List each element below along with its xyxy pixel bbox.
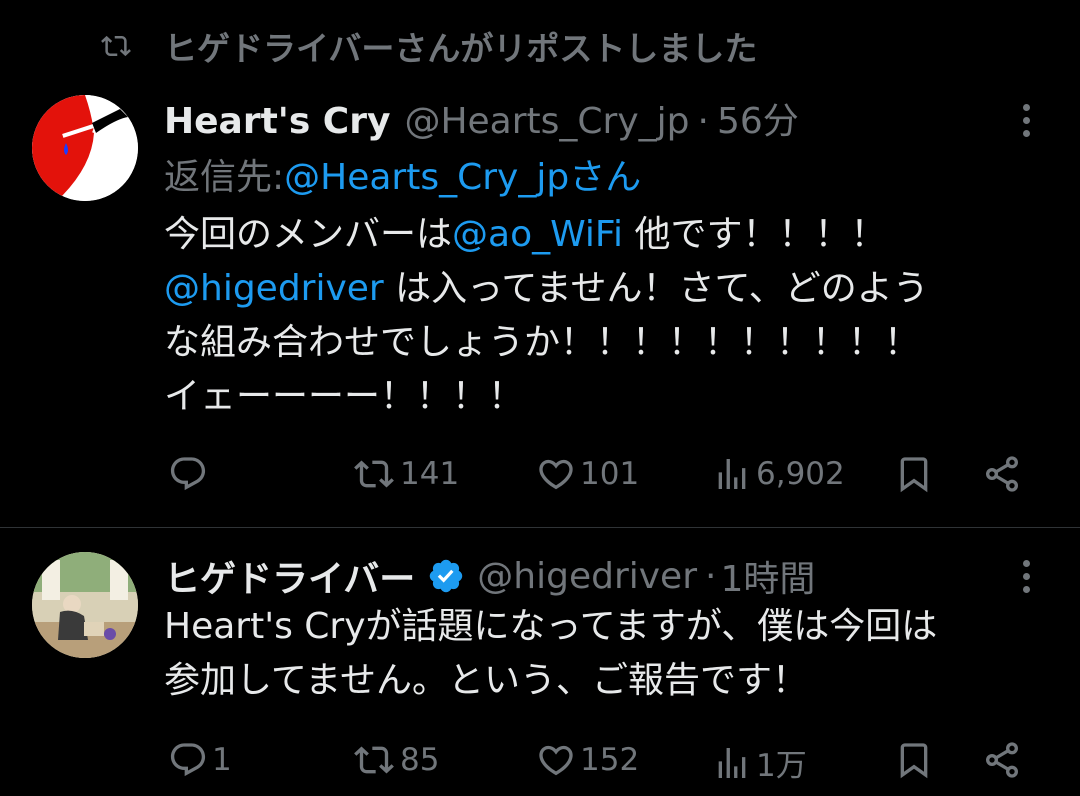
repost-banner-text: ヒゲドライバーさんがリポストしました bbox=[164, 29, 758, 68]
avatar-hearts-cry[interactable] bbox=[32, 95, 138, 201]
text-segment: Heart's Cryが話題になってますが、僕は今回は bbox=[164, 606, 938, 647]
more-options-icon[interactable] bbox=[1020, 104, 1032, 137]
heart-icon bbox=[539, 459, 573, 490]
separator: · bbox=[697, 101, 709, 142]
like-count: 101 bbox=[580, 456, 640, 492]
views-count: 6,902 bbox=[756, 456, 845, 492]
tweet-line: 今回のメンバーは@ao_WiFi 他です！！！！ bbox=[164, 208, 929, 262]
text-segment: イェーーーー！！！！ bbox=[164, 376, 525, 417]
views-icon bbox=[718, 747, 746, 778]
share-button[interactable] bbox=[982, 454, 1022, 494]
reply-button[interactable]: 1 bbox=[168, 740, 232, 780]
repost-count: 141 bbox=[400, 456, 460, 492]
timestamp[interactable]: 56分 bbox=[717, 92, 799, 144]
tweet-line: な組み合わせでしょうか！！！！！！！！！！ bbox=[164, 316, 929, 370]
hearts-cry-logo bbox=[32, 95, 138, 201]
bookmark-icon bbox=[900, 743, 928, 779]
bookmark-button[interactable] bbox=[894, 740, 934, 780]
reply-count: 1 bbox=[212, 742, 232, 778]
like-button[interactable]: 101 bbox=[536, 454, 639, 494]
reply-context: 返信先: @Hearts_Cry_jpさん bbox=[164, 148, 641, 200]
repost-icon bbox=[354, 460, 394, 488]
handle[interactable]: @Hearts_Cry_jp bbox=[404, 101, 689, 142]
reply-button[interactable] bbox=[168, 454, 212, 494]
tweet-1-text: 今回のメンバーは@ao_WiFi 他です！！！！ @higedriver は入っ… bbox=[164, 208, 929, 424]
reply-icon bbox=[170, 743, 206, 777]
reply-to-link[interactable]: @Hearts_Cry_jpさん bbox=[284, 148, 641, 200]
share-icon bbox=[986, 456, 1018, 492]
heart-icon bbox=[539, 745, 573, 776]
tweet-1-header: Heart's Cry @Hearts_Cry_jp · 56分 bbox=[164, 92, 799, 144]
share-icon bbox=[986, 742, 1018, 778]
tweet-2-header: ヒゲドライバー @higedriver · 1時間 bbox=[164, 550, 815, 602]
views-button[interactable]: 1万 bbox=[712, 740, 807, 785]
reply-prefix: 返信先: bbox=[164, 157, 285, 198]
timestamp[interactable]: 1時間 bbox=[720, 550, 815, 602]
tweet-line: @higedriver は入ってません！さて、どのよう bbox=[164, 262, 929, 316]
mention-link[interactable]: @ao_WiFi bbox=[452, 214, 623, 255]
repost-icon bbox=[354, 746, 394, 774]
separator: · bbox=[705, 555, 717, 597]
repost-button[interactable]: 141 bbox=[352, 454, 459, 494]
repost-icon bbox=[101, 35, 131, 57]
display-name[interactable]: ヒゲドライバー bbox=[164, 550, 415, 602]
reply-icon bbox=[170, 457, 206, 491]
text-segment: は入ってません！さて、どのよう bbox=[383, 268, 929, 309]
text-segment: 他です！！！！ bbox=[623, 214, 887, 255]
like-button[interactable]: 152 bbox=[536, 740, 639, 780]
handle[interactable]: @higedriver bbox=[477, 556, 697, 597]
repost-button[interactable]: 85 bbox=[352, 740, 439, 780]
tweet-line: イェーーーー！！！！ bbox=[164, 370, 929, 424]
tweet-1[interactable]: Heart's Cry @Hearts_Cry_jp · 56分 返信先: @H… bbox=[0, 80, 1080, 526]
verified-badge-icon bbox=[430, 559, 463, 593]
text-segment: な組み合わせでしょうか！！！！！！！！！！ bbox=[164, 322, 921, 363]
bookmark-icon bbox=[900, 457, 928, 493]
display-name[interactable]: Heart's Cry bbox=[164, 101, 390, 142]
repost-count: 85 bbox=[400, 742, 440, 778]
more-options-icon[interactable] bbox=[1020, 560, 1032, 593]
views-button[interactable]: 6,902 bbox=[712, 454, 845, 494]
tweet-line: 参加してません。という、ご報告です！ bbox=[164, 654, 937, 708]
tweet-2-text: Heart's Cryが話題になってますが、僕は今回は 参加してません。という、… bbox=[164, 600, 937, 708]
like-count: 152 bbox=[580, 742, 640, 778]
mention-link[interactable]: @higedriver bbox=[164, 268, 384, 309]
share-button[interactable] bbox=[982, 740, 1022, 780]
bookmark-button[interactable] bbox=[894, 454, 934, 494]
tweet-2[interactable]: ヒゲドライバー @higedriver · 1時間 Heart's Cryが話題… bbox=[0, 528, 1080, 796]
text-segment: 今回のメンバーは bbox=[164, 214, 453, 255]
repost-banner[interactable]: ヒゲドライバーさんがリポストしました bbox=[96, 22, 757, 70]
text-segment: 参加してません。という、ご報告です！ bbox=[164, 660, 809, 701]
views-count: 1万 bbox=[756, 748, 807, 784]
tweet-line: Heart's Cryが話題になってますが、僕は今回は bbox=[164, 600, 937, 654]
higedriver-photo bbox=[32, 552, 138, 658]
views-icon bbox=[718, 459, 746, 489]
avatar-higedriver[interactable] bbox=[32, 552, 138, 658]
